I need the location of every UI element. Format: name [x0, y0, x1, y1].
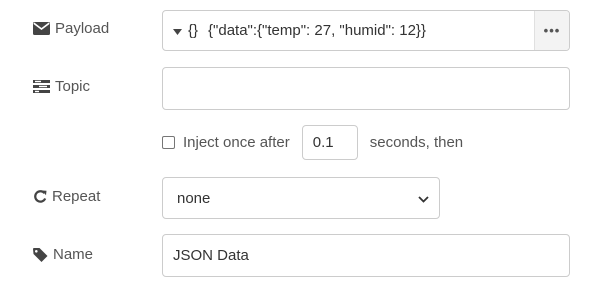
name-input[interactable]: JSON Data: [162, 234, 570, 277]
payload-input[interactable]: {} {"data":{"temp": 27, "humid": 12}} ••…: [162, 10, 570, 51]
tag-icon: [33, 247, 48, 262]
topic-input[interactable]: [162, 67, 570, 110]
payload-type-select[interactable]: {}: [163, 11, 204, 50]
topic-label: Topic: [55, 78, 91, 95]
inject-delay-input[interactable]: 0.1: [301, 125, 358, 160]
inject-once-label: Inject once after: [183, 134, 290, 151]
chevron-down-icon: [418, 190, 429, 207]
tasks-icon: [33, 80, 50, 93]
repeat-selected-value: none: [177, 189, 211, 207]
payload-label: Payload: [55, 20, 110, 37]
envelope-icon: [33, 22, 50, 35]
repeat-label-group: Repeat: [33, 188, 100, 205]
name-label: Name: [53, 246, 94, 263]
repeat-label: Repeat: [52, 188, 101, 205]
inject-once-checkbox[interactable]: [162, 136, 175, 149]
payload-label-group: Payload: [33, 20, 109, 37]
caret-down-icon: [173, 22, 182, 39]
json-type-indicator: {}: [188, 22, 199, 39]
inject-once-row: Inject once after 0.1 seconds, then: [162, 125, 463, 160]
repeat-select[interactable]: none: [162, 177, 440, 219]
topic-label-group: Topic: [33, 78, 90, 95]
payload-value[interactable]: {"data":{"temp": 27, "humid": 12}}: [204, 22, 534, 39]
repeat-icon: [33, 189, 47, 204]
inject-suffix-label: seconds, then: [369, 134, 464, 151]
expand-editor-button[interactable]: •••: [534, 11, 569, 50]
name-label-group: Name: [33, 246, 93, 263]
